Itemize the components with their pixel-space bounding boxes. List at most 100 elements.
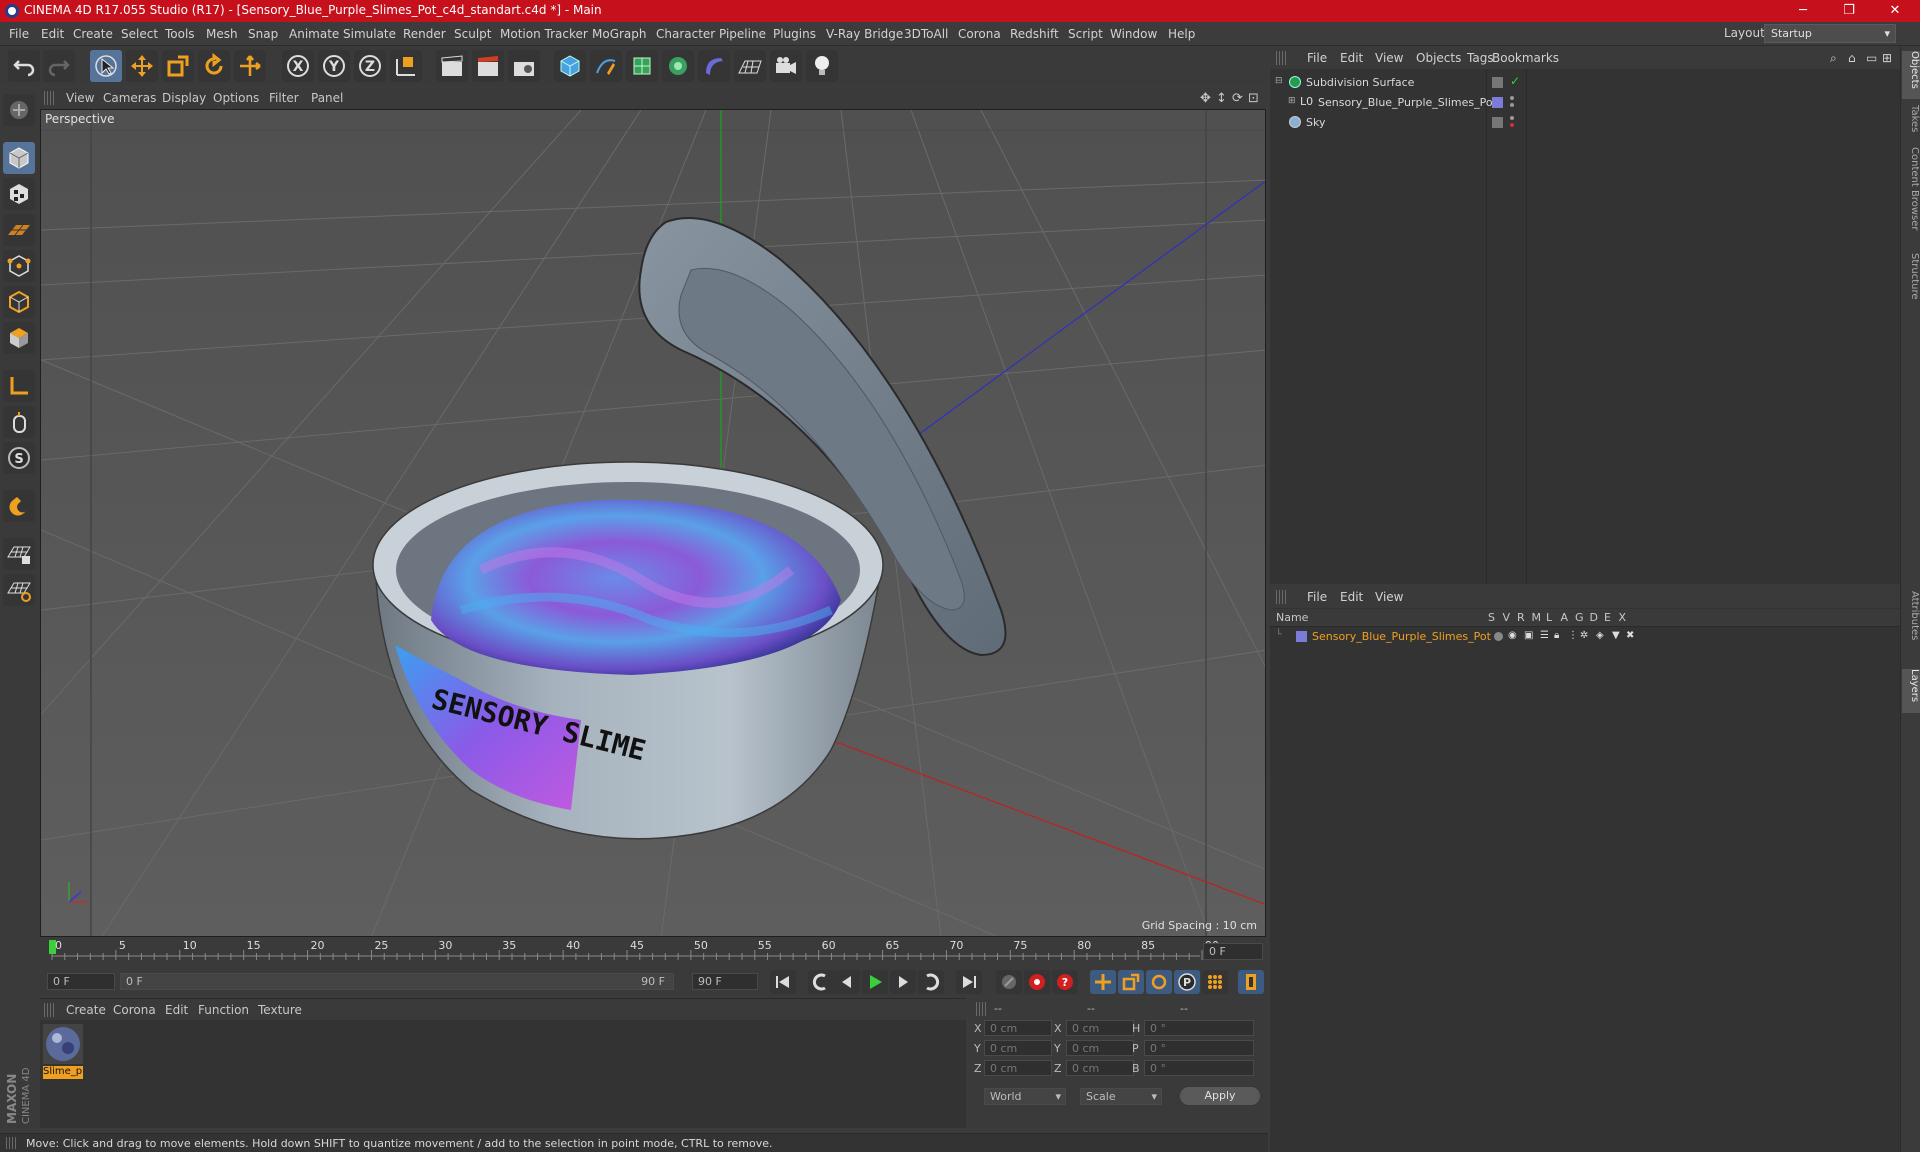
visibility-toggle-icon[interactable] [1492, 117, 1503, 128]
play-button[interactable] [862, 970, 888, 994]
layer-column-m[interactable]: M [1532, 611, 1542, 624]
object-row-sky[interactable]: Sky [1272, 114, 1898, 132]
light-button[interactable] [806, 50, 838, 82]
generator-flag-icon[interactable]: ✲ [1580, 630, 1588, 641]
coord-size-field[interactable]: 0 cm [1066, 1020, 1134, 1036]
menu-create[interactable]: Create [73, 27, 113, 41]
layer-menu-file[interactable]: File [1307, 590, 1327, 604]
viewport-zoom-icon[interactable]: ↕ [1216, 91, 1227, 106]
tab-attributes[interactable]: Attributes [1902, 591, 1920, 663]
texture-mode-button[interactable] [3, 178, 35, 210]
collapse-icon[interactable]: ▭ [1866, 51, 1877, 65]
menu-help[interactable]: Help [1168, 27, 1195, 41]
tab-content-browser[interactable]: Content Browser [1902, 147, 1920, 247]
motion-path-button[interactable] [996, 970, 1022, 994]
viewport-menu-cameras[interactable]: Cameras [103, 91, 156, 105]
layer-column-l[interactable]: L [1546, 611, 1552, 624]
tab-takes[interactable]: Takes [1902, 105, 1920, 141]
material-menu-function[interactable]: Function [198, 1003, 249, 1017]
menu-sculpt[interactable]: Sculpt [454, 27, 491, 41]
tweak-mode-button[interactable] [3, 406, 35, 438]
edges-mode-button[interactable] [3, 286, 35, 318]
redo-button[interactable] [43, 50, 75, 82]
next-frame-button[interactable] [890, 970, 916, 994]
live-selection-button[interactable] [90, 50, 122, 82]
record-button[interactable] [1024, 970, 1050, 994]
material-menu-corona[interactable]: Corona [113, 1003, 156, 1017]
layer-name[interactable]: Sensory_Blue_Purple_Slimes_Pot [1312, 630, 1491, 643]
camera-button[interactable] [770, 50, 802, 82]
object-row-slimes-pot[interactable]: ⊞ L0 Sensory_Blue_Purple_Slimes_Pot [1272, 94, 1898, 112]
spline-pen-button[interactable] [590, 50, 622, 82]
layout-select[interactable]: Startup ▾ [1764, 24, 1896, 43]
points-mode-button[interactable] [3, 250, 35, 282]
key-position-button[interactable] [1090, 970, 1116, 994]
y-axis-button[interactable]: Y [318, 50, 350, 82]
axis-mode-button[interactable] [3, 370, 35, 402]
undo-button[interactable] [8, 50, 40, 82]
solo-button[interactable]: S [3, 442, 35, 474]
menu-select[interactable]: Select [121, 27, 158, 41]
subdivision-surface-button[interactable] [626, 50, 658, 82]
menu-character[interactable]: Character [656, 27, 715, 41]
material-menu-create[interactable]: Create [66, 1003, 106, 1017]
layer-column-r[interactable]: R [1517, 611, 1525, 624]
expression-flag-icon[interactable]: ▼ [1612, 630, 1620, 641]
planar-workplane-button[interactable] [3, 574, 35, 606]
viewport-menu-filter[interactable]: Filter [269, 91, 299, 105]
coord-rotation-field[interactable]: 0 ° [1144, 1040, 1254, 1056]
key-parameter-button[interactable]: P [1174, 970, 1200, 994]
tab-objects[interactable]: Objects [1902, 51, 1920, 99]
menu-window[interactable]: Window [1110, 27, 1157, 41]
collapse-toggle-icon[interactable]: ⊟ [1275, 76, 1283, 86]
viewport-menu-panel[interactable]: Panel [311, 91, 343, 105]
go-to-end-button[interactable] [956, 970, 982, 994]
render-settings-button[interactable] [508, 50, 540, 82]
visibility-toggle-icon[interactable] [1492, 77, 1503, 88]
coord-rotation-field[interactable]: 0 ° [1144, 1020, 1254, 1036]
object-menu-objects[interactable]: Objects [1416, 51, 1461, 65]
menu-plugins[interactable]: Plugins [773, 27, 816, 41]
render-clapper-icon[interactable]: ▣ [1524, 630, 1533, 641]
close-button[interactable]: ✕ [1872, 0, 1918, 22]
manager-flag-icon[interactable]: ☰ [1540, 630, 1549, 641]
timeline[interactable]: 051015202530354045505560657075808590 0 F [40, 938, 1266, 966]
menu-vray-bridge[interactable]: V-Ray Bridge [826, 27, 903, 41]
layer-column-g[interactable]: G [1575, 611, 1584, 624]
coord-position-field[interactable]: 0 cm [984, 1020, 1052, 1036]
workplane-mode-button[interactable] [3, 214, 35, 246]
menu-snap[interactable]: Snap [248, 27, 278, 41]
menu-file[interactable]: File [9, 27, 29, 41]
menu-render[interactable]: Render [403, 27, 446, 41]
layer-row-slimes-pot[interactable]: └ Sensory_Blue_Purple_Slimes_Pot ◉ ▣ ☰ 🔒… [1272, 628, 1898, 646]
editor-visibility-dot-icon[interactable] [1510, 96, 1514, 100]
coord-rotation-field[interactable]: 0 ° [1144, 1060, 1254, 1076]
menu-simulate[interactable]: Simulate [343, 27, 396, 41]
perspective-viewport[interactable]: SENSORY SLIME Perspective Grid Spacing :… [40, 109, 1266, 937]
expand-icon[interactable]: ⊞ [1882, 51, 1892, 65]
model-mode-button[interactable] [3, 142, 35, 174]
search-icon[interactable]: ⌕ [1830, 51, 1837, 66]
material-menu-texture[interactable]: Texture [258, 1003, 302, 1017]
render-visibility-dot-icon[interactable] [1510, 103, 1514, 107]
rotate-tool-button[interactable] [198, 50, 230, 82]
layer-column-d[interactable]: D [1590, 611, 1598, 624]
lock-icon[interactable]: 🔒︎ [1554, 630, 1559, 641]
coordinate-system-button[interactable] [390, 50, 422, 82]
frame-range-slider[interactable]: 0 F 90 F [120, 973, 674, 990]
layer-menu-view[interactable]: View [1375, 590, 1403, 604]
workplane-lock-button[interactable] [3, 538, 35, 570]
key-rotation-button[interactable] [1146, 970, 1172, 994]
menu-script[interactable]: Script [1068, 27, 1103, 41]
scale-tool-button[interactable] [162, 50, 194, 82]
render-to-picture-viewer-button[interactable] [472, 50, 504, 82]
render-visibility-dot-icon[interactable] [1510, 123, 1514, 127]
viewport-maximize-icon[interactable]: ⊡ [1248, 91, 1259, 106]
previous-key-button[interactable] [808, 970, 834, 994]
move-tool-button[interactable] [126, 50, 158, 82]
coord-mode-scale-select[interactable]: Scale ▾ [1080, 1088, 1162, 1105]
material-slime[interactable]: Slime_p [43, 1024, 83, 1080]
key-scale-button[interactable] [1118, 970, 1144, 994]
menu-mesh[interactable]: Mesh [206, 27, 238, 41]
maximize-button[interactable]: ❐ [1826, 0, 1872, 22]
